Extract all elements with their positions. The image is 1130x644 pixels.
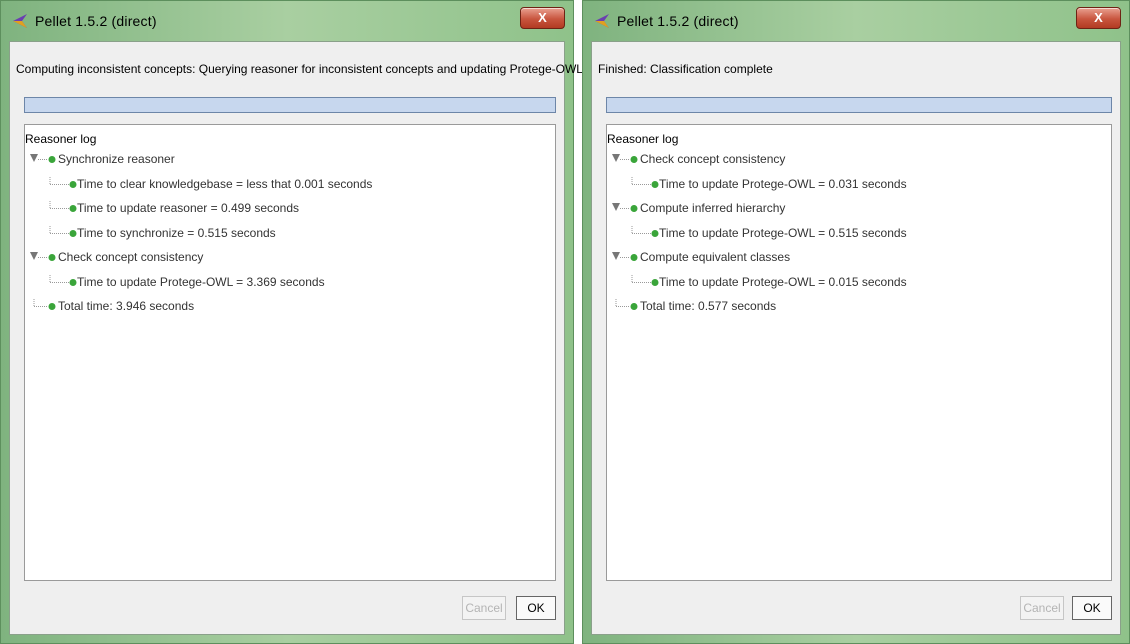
tree-leaf[interactable]: Time to update reasoner = 0.499 seconds xyxy=(25,196,555,221)
tree-leaf-label: Total time: 3.946 seconds xyxy=(58,299,195,313)
status-message: Finished: Classification complete xyxy=(598,62,773,76)
close-button[interactable]: X xyxy=(520,7,565,29)
tree-leaf-label: Time to synchronize = 0.515 seconds xyxy=(77,225,276,240)
tree-leaf-label: Time to update Protege-OWL = 0.031 secon… xyxy=(659,176,907,191)
window-title: Pellet 1.5.2 (direct) xyxy=(35,13,157,29)
pellet-app-icon xyxy=(13,14,27,28)
tree-node-label: Synchronize reasoner xyxy=(58,152,175,166)
tree-node-label: Compute inferred hierarchy xyxy=(640,201,786,215)
pellet-app-icon xyxy=(595,14,609,28)
reasoner-window-right: Pellet 1.5.2 (direct) X Finished: Classi… xyxy=(582,0,1130,644)
tree-node[interactable]: Check concept consistency xyxy=(25,245,555,270)
tree-node[interactable]: Compute inferred hierarchy xyxy=(607,196,1111,221)
tree-leaf-label: Time to update Protege-OWL = 0.515 secon… xyxy=(659,225,907,240)
ok-button[interactable]: OK xyxy=(516,596,556,620)
tree-leaf[interactable]: Time to update Protege-OWL = 0.015 secon… xyxy=(607,270,1111,295)
tree-leaf[interactable]: Time to clear knowledgebase = less that … xyxy=(25,172,555,197)
tree-leaf-label: Total time: 0.577 seconds xyxy=(640,299,777,313)
tree-leaf-label: Time to update Protege-OWL = 3.369 secon… xyxy=(77,274,325,289)
progress-bar xyxy=(606,97,1112,113)
cancel-button[interactable]: Cancel xyxy=(462,596,506,620)
cancel-button[interactable]: Cancel xyxy=(1020,596,1064,620)
tree-leaf[interactable]: Time to update Protege-OWL = 0.031 secon… xyxy=(607,172,1111,197)
tree-leaf-label: Time to clear knowledgebase = less that … xyxy=(77,176,373,191)
log-header: Reasoner log xyxy=(25,132,97,146)
reasoner-log-panel[interactable]: Reasoner log Synchronize reasoner Time t… xyxy=(24,124,556,581)
tree-leaf[interactable]: Time to update Protege-OWL = 3.369 secon… xyxy=(25,270,555,295)
tree-node-label: Check concept consistency xyxy=(58,250,204,264)
progress-bar xyxy=(24,97,556,113)
ok-button[interactable]: OK xyxy=(1072,596,1112,620)
tree-leaf[interactable]: Total time: 3.946 seconds xyxy=(25,294,555,319)
title-bar[interactable]: Pellet 1.5.2 (direct) X xyxy=(583,1,1129,41)
tree-node-label: Check concept consistency xyxy=(640,152,786,166)
reasoner-log-panel[interactable]: Reasoner log Check concept consistency T… xyxy=(606,124,1112,581)
close-button[interactable]: X xyxy=(1076,7,1121,29)
tree-node-label: Compute equivalent classes xyxy=(640,250,791,264)
tree-leaf[interactable]: Time to update Protege-OWL = 0.515 secon… xyxy=(607,221,1111,246)
reasoner-window-left: Pellet 1.5.2 (direct) X Computing incons… xyxy=(0,0,593,644)
log-tree: Synchronize reasoner Time to clear knowl… xyxy=(25,147,555,319)
tree-leaf[interactable]: Time to synchronize = 0.515 seconds xyxy=(25,221,555,246)
status-message: Computing inconsistent concepts: Queryin… xyxy=(16,62,593,76)
log-header: Reasoner log xyxy=(607,132,679,146)
tree-leaf-label: Time to update Protege-OWL = 0.015 secon… xyxy=(659,274,907,289)
title-bar[interactable]: Pellet 1.5.2 (direct) X xyxy=(1,1,573,41)
dialog-body: Computing inconsistent concepts: Queryin… xyxy=(9,41,593,635)
log-tree: Check concept consistency Time to update… xyxy=(607,147,1111,319)
tree-leaf-label: Time to update reasoner = 0.499 seconds xyxy=(77,201,300,215)
tree-node[interactable]: Check concept consistency xyxy=(607,147,1111,172)
window-title: Pellet 1.5.2 (direct) xyxy=(617,13,739,29)
tree-leaf[interactable]: Total time: 0.577 seconds xyxy=(607,294,1111,319)
dialog-body: Finished: Classification complete Reason… xyxy=(591,41,1121,635)
tree-node[interactable]: Compute equivalent classes xyxy=(607,245,1111,270)
tree-node[interactable]: Synchronize reasoner xyxy=(25,147,555,172)
